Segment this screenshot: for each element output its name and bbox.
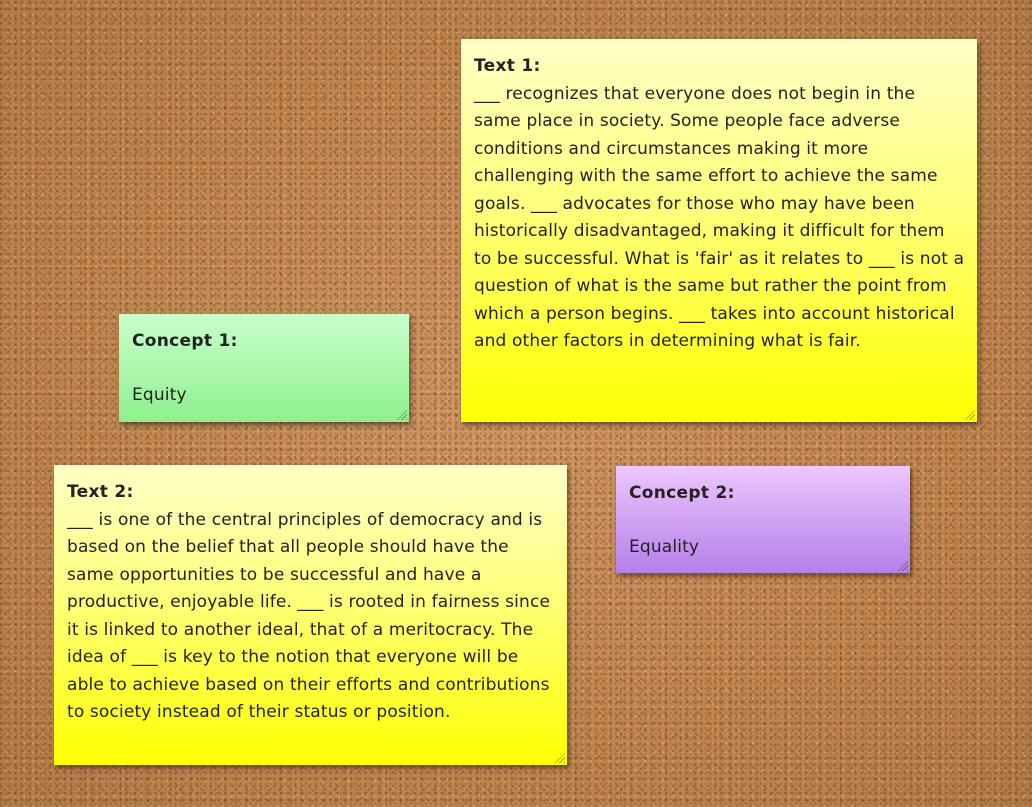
note-body: ___ is one of the central principles of …	[67, 509, 551, 723]
cork-board: Text 1: ___ recognizes that everyone doe…	[0, 0, 1032, 807]
note-body: ___ recognizes that everyone does not be…	[474, 83, 965, 352]
note-body: Equity	[132, 384, 187, 405]
sticky-note-text-2[interactable]: Text 2: ___ is one of the central princi…	[54, 465, 567, 765]
note-title: Concept 2:	[629, 483, 735, 503]
resize-grip-icon[interactable]	[552, 750, 565, 763]
sticky-note-concept-2[interactable]: Concept 2: Equality	[616, 466, 910, 573]
sticky-note-concept-1[interactable]: Concept 1: Equity	[119, 314, 409, 422]
note-body: Equality	[629, 536, 700, 557]
sticky-note-text-1[interactable]: Text 1: ___ recognizes that everyone doe…	[461, 39, 977, 422]
note-title: Text 1:	[474, 56, 541, 76]
note-title: Concept 1:	[132, 331, 238, 351]
resize-grip-icon[interactable]	[962, 407, 975, 420]
note-title: Text 2:	[67, 482, 134, 502]
